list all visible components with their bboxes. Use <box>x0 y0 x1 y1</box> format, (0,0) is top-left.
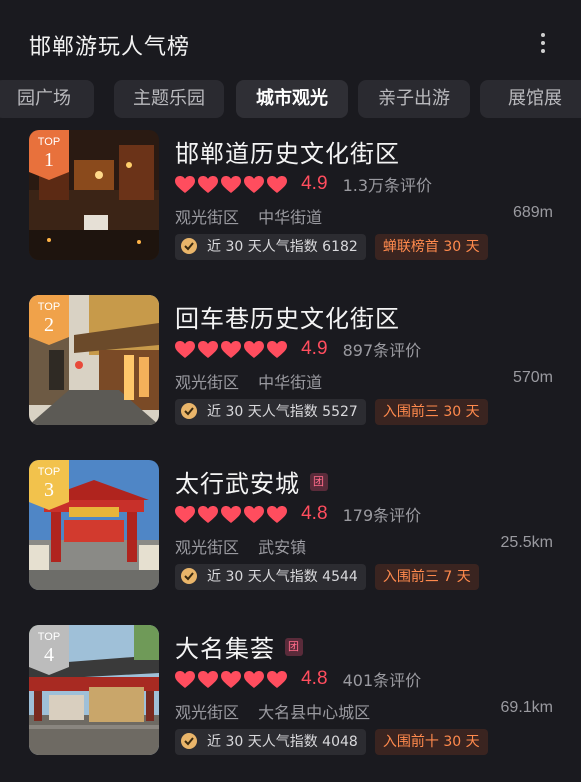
category-label: 观光街区 <box>175 208 240 227</box>
review-count: 179条评价 <box>342 506 422 525</box>
review-count: 1.3万条评价 <box>342 176 433 195</box>
heart-icon <box>198 340 218 358</box>
meta-row: 观光街区 大名县中心城区 69.1km <box>175 699 553 722</box>
group-buy-badge: 团 <box>285 638 303 656</box>
tab-city-sightseeing[interactable]: 城市观光 <box>236 80 348 118</box>
rank-badge: TOP 4 <box>29 625 69 675</box>
rating-row: 4.8 179条评价 <box>175 502 422 525</box>
heart-icon <box>267 175 287 193</box>
review-count: 401条评价 <box>342 671 422 690</box>
rank-tag: 入围前三 7 天 <box>374 564 479 590</box>
meta-row: 观光街区 武安镇 25.5km <box>175 534 553 557</box>
rank-badge: TOP 2 <box>29 295 69 345</box>
popularity-index: 近 30 天人气指数 5527 <box>175 399 366 425</box>
heart-icon <box>221 670 241 688</box>
heart-icon <box>221 505 241 523</box>
medal-icon <box>181 568 197 584</box>
popularity-row: 近 30 天人气指数 6182 蝉联榜首 30 天 <box>175 234 488 260</box>
category-label: 观光街区 <box>175 373 240 392</box>
heart-icon <box>175 670 195 688</box>
rating-row: 4.9 1.3万条评价 <box>175 172 433 195</box>
attraction-photo: TOP 3 <box>29 460 159 590</box>
heart-icon <box>244 505 264 523</box>
review-count: 897条评价 <box>342 341 422 360</box>
heart-icon <box>198 505 218 523</box>
medal-icon <box>181 403 197 419</box>
heart-icon <box>175 505 195 523</box>
popularity-row: 近 30 天人气指数 5527 入围前三 30 天 <box>175 399 488 425</box>
heart-icon <box>198 175 218 193</box>
heart-icon <box>198 670 218 688</box>
attraction-name: 大名集荟团 <box>175 629 303 664</box>
heart-rating <box>175 669 290 689</box>
heart-rating <box>175 504 290 524</box>
popularity-index: 近 30 天人气指数 6182 <box>175 234 366 260</box>
heart-icon <box>221 175 241 193</box>
rating-score: 4.8 <box>301 668 328 689</box>
header: 邯郸游玩人气榜 <box>29 24 561 64</box>
category-tabs: 园广场 主题乐园 城市观光 亲子出游 展馆展 <box>0 80 581 118</box>
heart-icon <box>267 340 287 358</box>
attraction-photo: TOP 1 <box>29 130 159 260</box>
attraction-name: 邯郸道历史文化街区 <box>175 140 400 168</box>
tab-exhibition[interactable]: 展馆展 <box>480 80 581 118</box>
distance-label: 570m <box>512 369 553 386</box>
popularity-row: 近 30 天人气指数 4544 入围前三 7 天 <box>175 564 479 590</box>
heart-icon <box>175 175 195 193</box>
more-options-icon[interactable] <box>533 30 553 56</box>
area-label: 中华街道 <box>258 373 323 392</box>
popularity-index: 近 30 天人气指数 4544 <box>175 564 366 590</box>
heart-rating <box>175 174 290 194</box>
rank-tag: 入围前三 30 天 <box>374 399 488 425</box>
heart-icon <box>244 340 264 358</box>
list-item[interactable]: TOP 3 太行武安城团 4.8 179条评价 观光街区 武安镇 25.5km … <box>0 460 581 595</box>
attraction-name: 太行武安城团 <box>175 464 328 499</box>
rank-badge: TOP 1 <box>29 130 69 180</box>
distance-label: 25.5km <box>500 534 553 551</box>
rating-score: 4.9 <box>301 338 328 359</box>
attraction-name: 回车巷历史文化街区 <box>175 305 400 333</box>
area-label: 中华街道 <box>258 208 323 227</box>
tab-theme-park[interactable]: 主题乐园 <box>114 80 224 118</box>
meta-row: 观光街区 中华街道 689m <box>175 204 553 227</box>
distance-label: 69.1km <box>500 699 553 716</box>
heart-icon <box>221 340 241 358</box>
group-buy-badge: 团 <box>310 473 328 491</box>
category-label: 观光街区 <box>175 538 240 557</box>
rank-tag: 入围前十 30 天 <box>374 729 488 755</box>
category-label: 观光街区 <box>175 703 240 722</box>
medal-icon <box>181 238 197 254</box>
area-label: 大名县中心城区 <box>258 703 371 722</box>
heart-icon <box>175 340 195 358</box>
rating-row: 4.8 401条评价 <box>175 667 422 690</box>
heart-icon <box>267 670 287 688</box>
heart-icon <box>244 175 264 193</box>
distance-label: 689m <box>512 204 553 221</box>
heart-rating <box>175 339 290 359</box>
rating-score: 4.8 <box>301 503 328 524</box>
rank-tag: 蝉联榜首 30 天 <box>374 234 488 260</box>
list-item[interactable]: TOP 1 邯郸道历史文化街区 4.9 1.3万条评价 观光街区 中华街道 68… <box>0 130 581 265</box>
rating-row: 4.9 897条评价 <box>175 337 422 360</box>
list-item[interactable]: TOP 2 回车巷历史文化街区 4.9 897条评价 观光街区 中华街道 570… <box>0 295 581 430</box>
ranking-card: 邯郸游玩人气榜 园广场 主题乐园 城市观光 亲子出游 展馆展 TOP 1 邯郸道… <box>0 0 581 782</box>
heart-icon <box>267 505 287 523</box>
tab-family-trip[interactable]: 亲子出游 <box>358 80 470 118</box>
rating-score: 4.9 <box>301 173 328 194</box>
meta-row: 观光街区 中华街道 570m <box>175 369 553 392</box>
heart-icon <box>244 670 264 688</box>
rank-badge: TOP 3 <box>29 460 69 510</box>
area-label: 武安镇 <box>258 538 307 557</box>
popularity-row: 近 30 天人气指数 4048 入围前十 30 天 <box>175 729 488 755</box>
popularity-index: 近 30 天人气指数 4048 <box>175 729 366 755</box>
medal-icon <box>181 733 197 749</box>
list-item[interactable]: TOP 4 大名集荟团 4.8 401条评价 观光街区 大名县中心城区 69.1… <box>0 625 581 760</box>
attraction-photo: TOP 2 <box>29 295 159 425</box>
tab-square[interactable]: 园广场 <box>0 80 94 118</box>
page-title: 邯郸游玩人气榜 <box>29 35 191 60</box>
attraction-photo: TOP 4 <box>29 625 159 755</box>
